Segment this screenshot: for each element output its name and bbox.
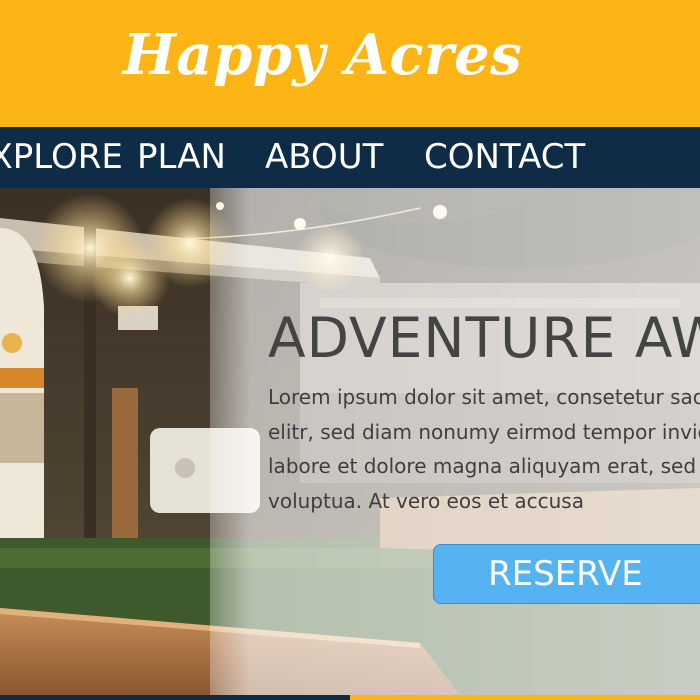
nav-item-about[interactable]: ABOUT xyxy=(265,136,383,178)
hero-body-line: elitr, sed diam nonumy eirmod tempor inv… xyxy=(268,419,700,444)
nav-item-plan[interactable]: PLAN xyxy=(137,136,226,178)
reserve-button[interactable]: RESERVE xyxy=(433,544,700,604)
hero-body-line: Lorem ipsum dolor sit amet, consetetur s… xyxy=(268,385,700,409)
hero-body-line: voluptua. At vero eos et accusa xyxy=(268,488,584,513)
hero-body-line: labore et dolore magna aliquyam erat, se… xyxy=(268,454,700,478)
hero-title: ADVENTURE AWAITS xyxy=(268,306,700,370)
hero-body-text: Lorem ipsum dolor sit amet, consetetur s… xyxy=(268,380,700,518)
site-logo[interactable]: Happy Acres xyxy=(0,22,645,88)
nav-item-explore[interactable]: EXPLORE xyxy=(0,136,123,178)
main-nav: EXPLORE PLAN ABOUT CONTACT xyxy=(0,127,700,188)
nav-item-contact[interactable]: CONTACT xyxy=(424,136,585,178)
site-header: Happy Acres xyxy=(0,0,700,127)
footer-strip-accent xyxy=(350,695,700,700)
hero-section: ADVENTURE AWAITS Lorem ipsum dolor sit a… xyxy=(0,188,700,695)
